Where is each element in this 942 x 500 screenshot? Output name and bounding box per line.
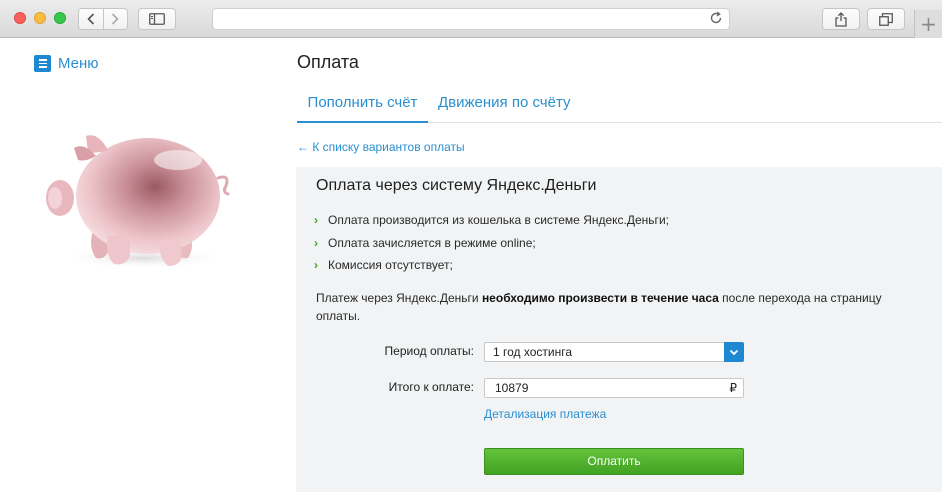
share-icon (835, 11, 847, 27)
hamburger-icon (34, 55, 51, 72)
list-item: › Комиссия отсутствует; (314, 254, 669, 277)
menu-label: Меню (58, 55, 99, 72)
chevron-right-icon: › (314, 235, 318, 250)
tab-top-up[interactable]: Пополнить счёт (297, 84, 428, 123)
browser-toolbar: + (0, 0, 942, 38)
tabs-overview-icon (879, 12, 893, 26)
reload-button[interactable] (709, 11, 723, 30)
menu-link[interactable]: Меню (34, 55, 99, 72)
page-title: Оплата (297, 52, 359, 72)
payment-time-notice: Платеж через Яндекс.Деньги необходимо пр… (316, 289, 906, 325)
back-chevron-icon (87, 13, 94, 25)
panel-title: Оплата через систему Яндекс.Деньги (316, 177, 597, 194)
chevron-down-icon (724, 342, 744, 362)
period-label: Период оплаты: (384, 344, 474, 358)
navigation-buttons (78, 8, 128, 30)
total-amount-value: 10879 (495, 381, 529, 395)
zoom-window-button[interactable] (54, 12, 66, 24)
chevron-right-icon: › (314, 258, 318, 273)
total-amount-field: 10879 ₽ (484, 378, 744, 398)
list-item-text: Оплата производится из кошелька в систем… (328, 213, 669, 228)
list-item-text: Оплата зачисляется в режиме online; (328, 235, 536, 250)
total-label: Итого к оплате: (388, 380, 474, 394)
back-button[interactable] (79, 9, 103, 29)
sidebar-icon (149, 13, 165, 25)
reload-icon (710, 11, 722, 24)
sidebar-toggle-button[interactable] (138, 8, 176, 30)
minimize-window-button[interactable] (34, 12, 46, 24)
tab-bar: Пополнить счёт Движения по счёту (297, 84, 942, 123)
payment-panel: Оплата через систему Яндекс.Деньги › Опл… (296, 167, 942, 492)
tab-account-history[interactable]: Движения по счёту (438, 84, 571, 123)
back-to-payment-options-link[interactable]: ← К списку вариантов оплаты (297, 140, 465, 154)
new-tab-button[interactable]: + (914, 10, 942, 38)
ruble-sign: ₽ (729, 381, 737, 395)
pay-button[interactable]: Оплатить (484, 448, 744, 475)
payment-conditions-list: › Оплата производится из кошелька в сист… (314, 209, 669, 277)
notice-text-before: Платеж через Яндекс.Деньги (316, 291, 482, 305)
close-window-button[interactable] (14, 12, 26, 24)
period-select[interactable]: 1 год хостинга (484, 342, 744, 362)
chevron-right-icon: › (314, 213, 318, 228)
list-item: › Оплата зачисляется в режиме online; (314, 232, 669, 255)
forward-button[interactable] (104, 9, 128, 29)
period-select-value: 1 год хостинга (493, 345, 573, 359)
forward-chevron-icon (112, 13, 119, 25)
piggy-bank-illustration (46, 135, 230, 269)
list-item: › Оплата производится из кошелька в сист… (314, 209, 669, 232)
tabs-overview-button[interactable] (867, 8, 905, 30)
payment-details-link[interactable]: Детализация платежа (484, 407, 606, 421)
address-bar[interactable] (212, 8, 730, 30)
notice-text-bold: необходимо произвести в течение часа (481, 291, 719, 305)
list-item-text: Комиссия отсутствует; (328, 258, 453, 273)
share-button[interactable] (822, 8, 860, 30)
